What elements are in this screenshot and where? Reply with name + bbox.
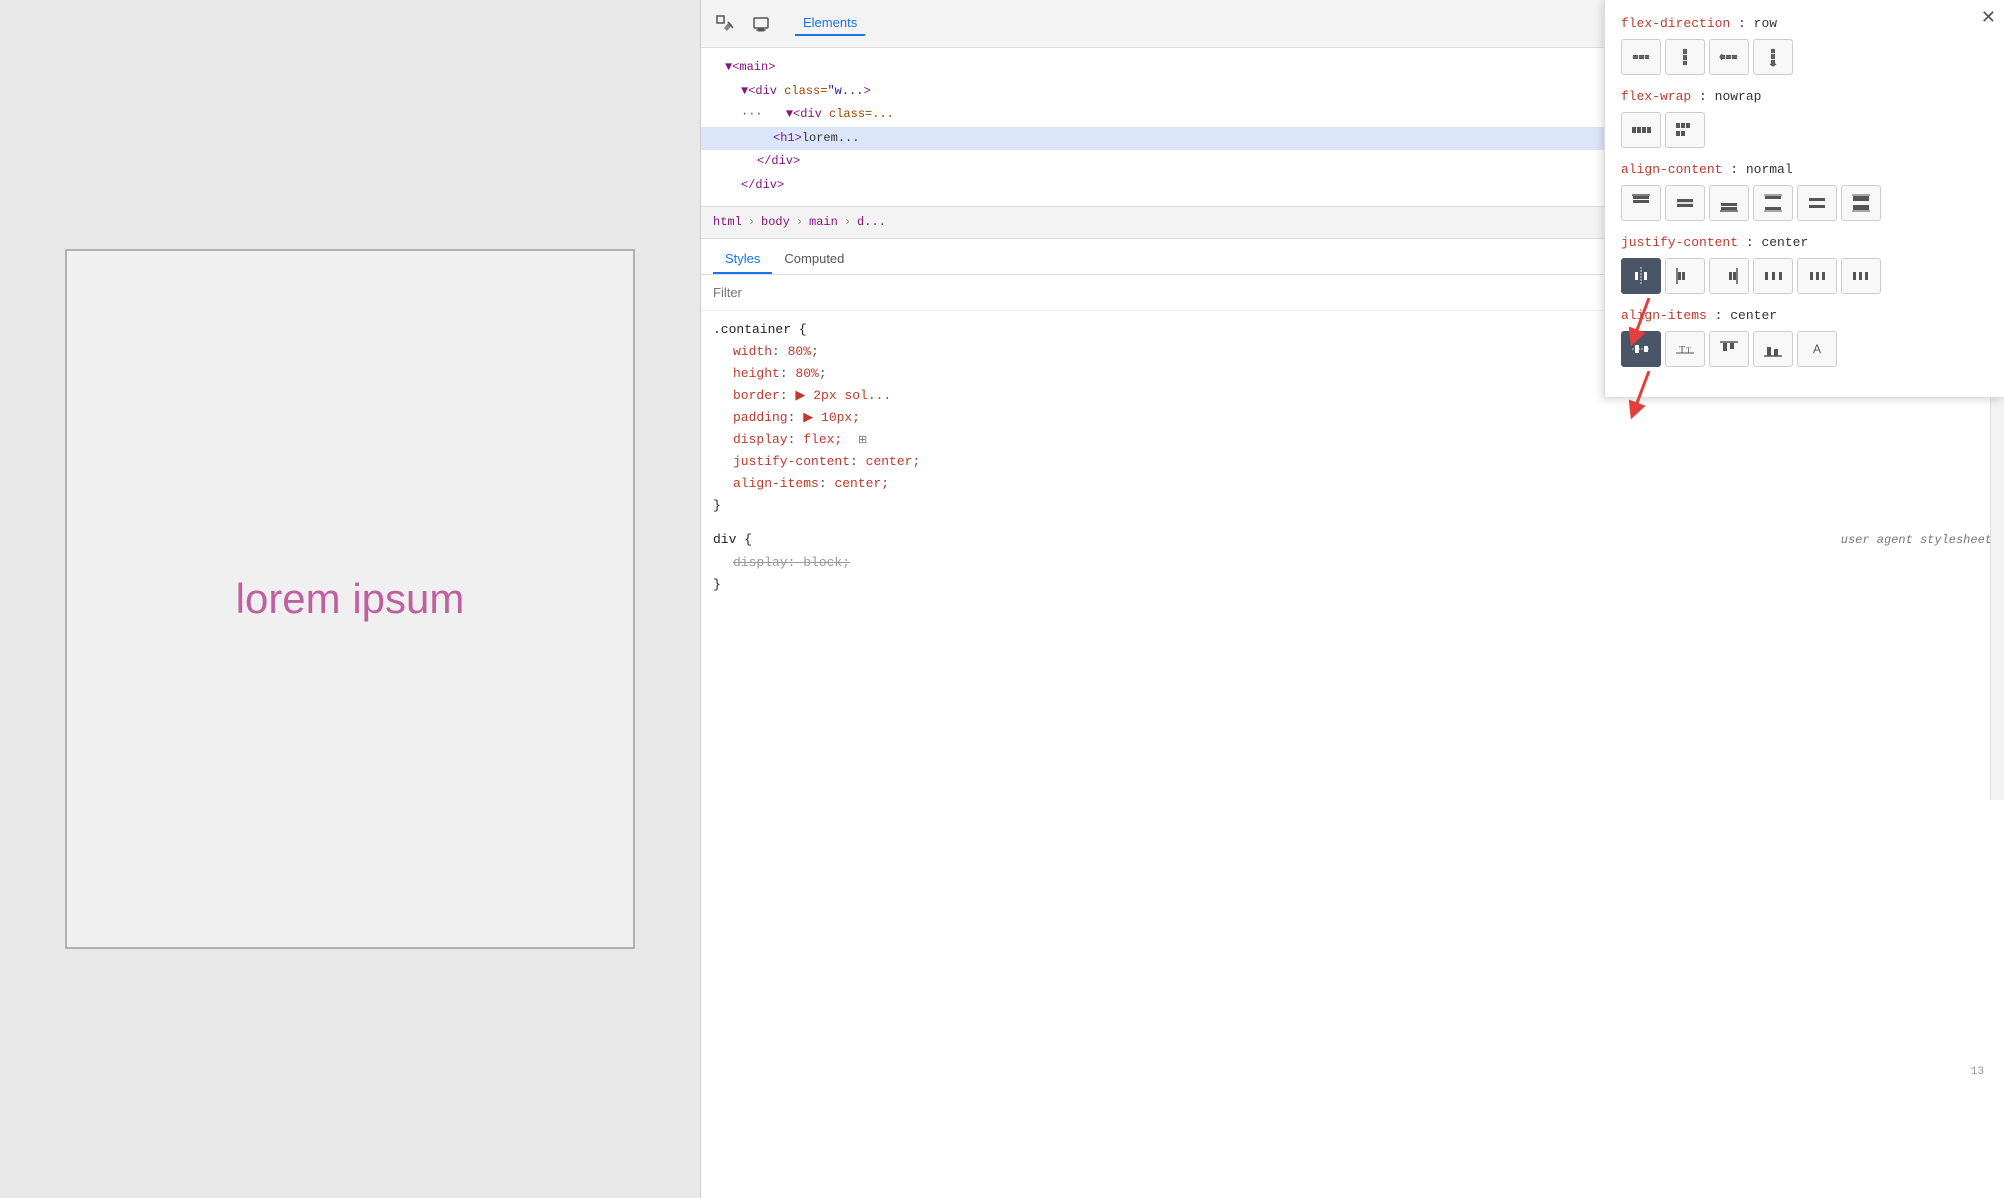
align-content-section: align-content : normal bbox=[1621, 162, 1988, 221]
flex-wrap-value: nowrap bbox=[1715, 89, 1762, 104]
justify-content-header: justify-content : center bbox=[1621, 235, 1988, 250]
align-content-center-btn[interactable] bbox=[1665, 185, 1705, 221]
justify-content-arrow bbox=[1629, 298, 1689, 353]
justify-content-buttons bbox=[1621, 258, 1988, 294]
align-content-space-around-btn[interactable] bbox=[1797, 185, 1837, 221]
align-content-header: align-content : normal bbox=[1621, 162, 1988, 177]
breadcrumb-body[interactable]: body bbox=[761, 215, 790, 229]
css-display-block[interactable]: display: block; bbox=[733, 552, 1992, 574]
div-selector: div { bbox=[713, 529, 752, 551]
lorem-text: lorem ipsum bbox=[236, 575, 465, 623]
breadcrumb-div[interactable]: d... bbox=[857, 215, 886, 229]
align-content-end-btn[interactable] bbox=[1709, 185, 1749, 221]
align-items-stretch-btn[interactable]: A bbox=[1797, 331, 1837, 367]
div-rule: div { user agent stylesheet display: blo… bbox=[713, 529, 1992, 595]
justify-content-center-btn[interactable] bbox=[1621, 258, 1661, 294]
flex-direction-label: flex-direction bbox=[1621, 16, 1730, 31]
flex-direction-buttons bbox=[1621, 39, 1988, 75]
flex-dir-col-btn[interactable] bbox=[1665, 39, 1705, 75]
breadcrumb-html[interactable]: html bbox=[713, 215, 742, 229]
align-items-arrow bbox=[1629, 371, 1689, 426]
justify-content-value: center bbox=[1761, 235, 1808, 250]
flex-direction-section: flex-direction : row bbox=[1621, 16, 1988, 75]
justify-content-start-btn[interactable] bbox=[1665, 258, 1705, 294]
align-content-space-between-btn[interactable] bbox=[1753, 185, 1793, 221]
flex-wrap-buttons bbox=[1621, 112, 1988, 148]
flexbox-editor: ✕ flex-direction : row bbox=[1604, 0, 2004, 398]
css-rules: .container { width: 80%; height: 80%; bo… bbox=[701, 311, 2004, 1198]
flex-wrap-header: flex-wrap : nowrap bbox=[1621, 89, 1988, 104]
inspect-icon[interactable] bbox=[713, 12, 737, 36]
device-icon[interactable] bbox=[749, 12, 773, 36]
align-content-stretch-btn[interactable] bbox=[1841, 185, 1881, 221]
devtools-top-tabs: Elements bbox=[795, 11, 865, 36]
flex-wrap-nowrap-btn[interactable] bbox=[1621, 112, 1661, 148]
align-content-start-btn[interactable] bbox=[1621, 185, 1661, 221]
align-items-value: center bbox=[1730, 308, 1777, 323]
flex-dir-row-rev-btn[interactable] bbox=[1709, 39, 1749, 75]
div-close: } bbox=[713, 574, 1992, 596]
flex-dir-col-rev-btn[interactable] bbox=[1753, 39, 1793, 75]
justify-content-end-btn[interactable] bbox=[1709, 258, 1749, 294]
tab-computed[interactable]: Computed bbox=[772, 245, 856, 274]
line-number: 13 bbox=[1971, 1066, 1984, 1078]
css-align-items[interactable]: align-items: center; bbox=[733, 473, 1992, 495]
justify-content-space-between-btn[interactable] bbox=[1753, 258, 1793, 294]
justify-content-section: justify-content : center bbox=[1621, 235, 1988, 294]
flex-direction-value: row bbox=[1754, 16, 1777, 31]
user-agent-comment: user agent stylesheet bbox=[1841, 530, 1992, 550]
justify-content-label: justify-content bbox=[1621, 235, 1738, 250]
align-items-start-btn[interactable] bbox=[1709, 331, 1749, 367]
flex-wrap-section: flex-wrap : nowrap bbox=[1621, 89, 1988, 148]
close-button[interactable]: ✕ bbox=[1981, 8, 1996, 26]
tab-elements[interactable]: Elements bbox=[795, 11, 865, 36]
flex-wrap-label: flex-wrap bbox=[1621, 89, 1691, 104]
svg-text:A: A bbox=[1813, 342, 1821, 356]
css-justify-content[interactable]: justify-content: center; bbox=[733, 451, 1992, 473]
flex-wrap-wrap-btn[interactable] bbox=[1665, 112, 1705, 148]
demo-container: lorem ipsum bbox=[65, 249, 635, 949]
container-close: } bbox=[713, 495, 1992, 517]
align-items-end-btn[interactable] bbox=[1753, 331, 1793, 367]
align-content-value: normal bbox=[1746, 162, 1793, 177]
css-display[interactable]: display: flex; ⊞ bbox=[733, 429, 1992, 451]
devtools-panel: Elements ▼<main> ▼<div class="w...> ··· … bbox=[700, 0, 2004, 1198]
css-padding[interactable]: padding: ▶ 10px; bbox=[733, 407, 1992, 429]
flex-dir-row-btn[interactable] bbox=[1621, 39, 1661, 75]
filter-input[interactable] bbox=[713, 285, 913, 300]
align-content-buttons bbox=[1621, 185, 1988, 221]
align-content-label: align-content bbox=[1621, 162, 1722, 177]
justify-content-space-around-btn[interactable] bbox=[1797, 258, 1837, 294]
justify-content-space-evenly-btn[interactable] bbox=[1841, 258, 1881, 294]
tab-styles[interactable]: Styles bbox=[713, 245, 772, 274]
flex-direction-header: flex-direction : row bbox=[1621, 16, 1988, 31]
browser-viewport: lorem ipsum bbox=[0, 0, 700, 1198]
breadcrumb-main[interactable]: main bbox=[809, 215, 838, 229]
